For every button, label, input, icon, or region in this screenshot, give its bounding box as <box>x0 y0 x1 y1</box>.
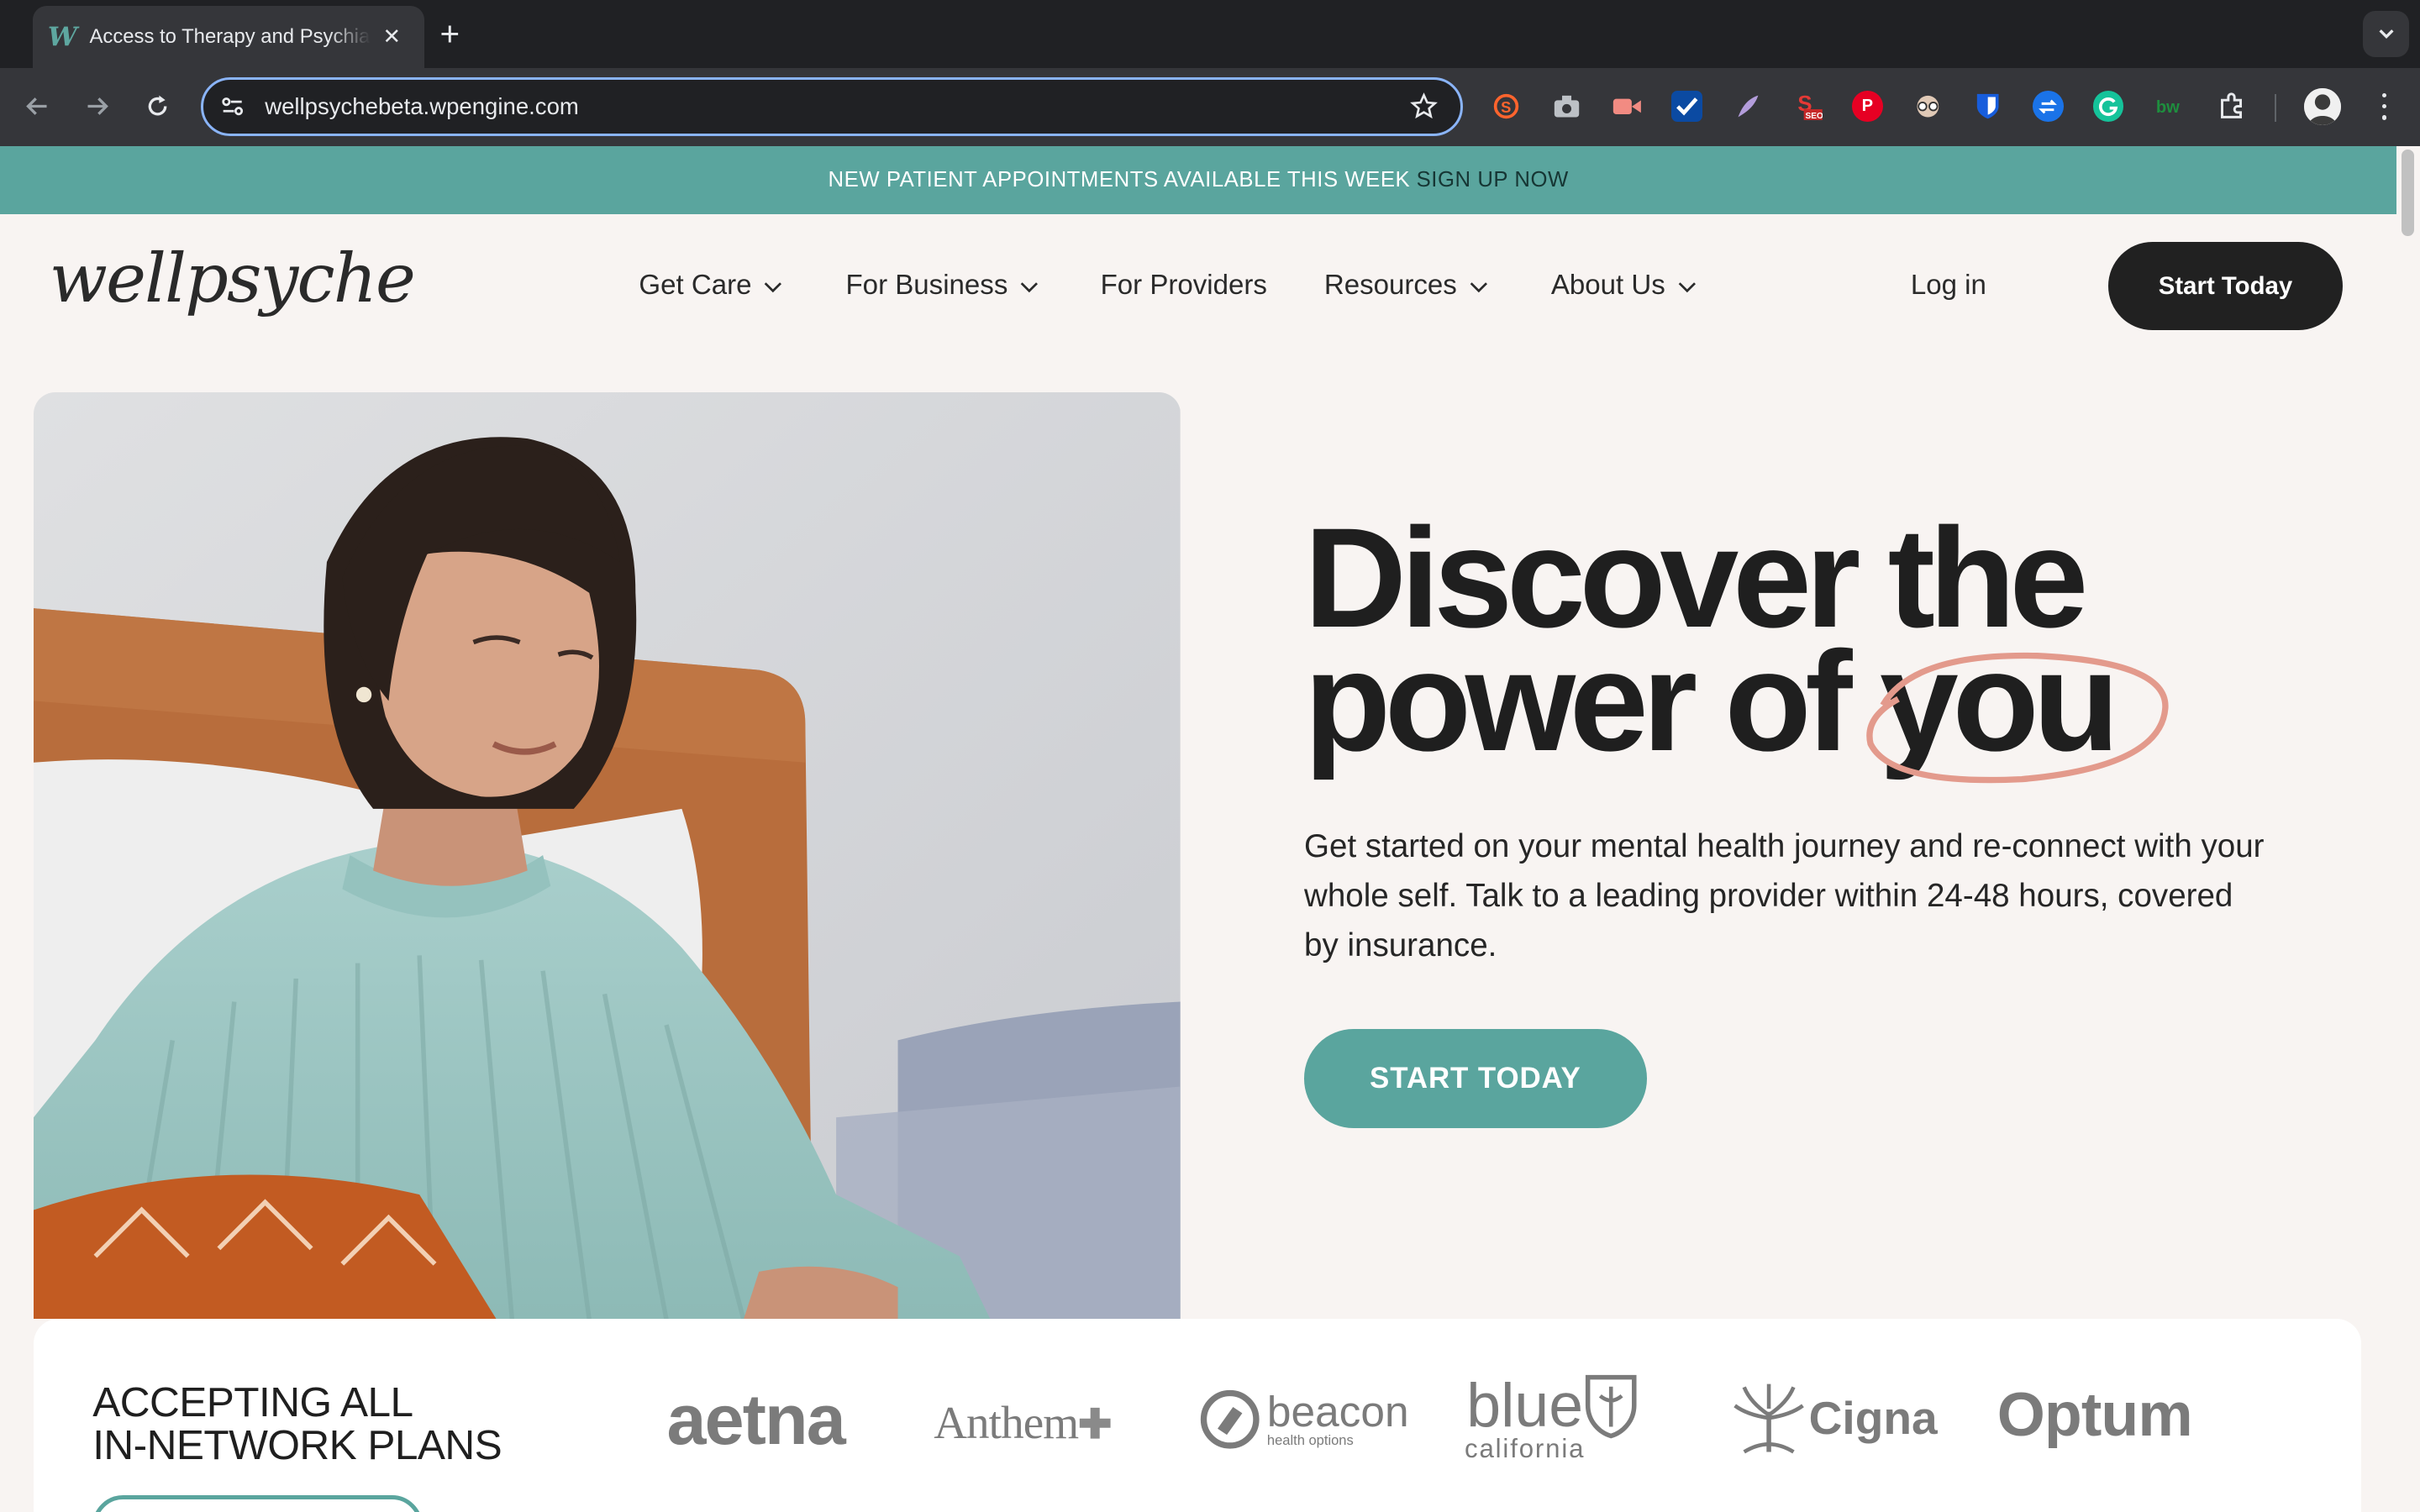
chevron-down-icon <box>1020 281 1039 292</box>
headline-line-2: power of you <box>1304 630 2169 784</box>
hero-headline: Discover the power of you <box>1304 507 2169 784</box>
plans-title: ACCEPTING ALL IN-NETWORK PLANS <box>92 1378 502 1469</box>
seo-icon[interactable]: S SEO <box>1791 91 1823 122</box>
nav-for-business[interactable]: For Business <box>846 270 1040 302</box>
headline-line-2-start: power of <box>1304 622 1853 781</box>
browser-tab[interactable]: W Access to Therapy and Psychiatry ✕ <box>32 6 425 68</box>
wellpsyche-logo[interactable]: wellpsyche <box>50 239 416 318</box>
nav-label: For Business <box>845 270 1008 302</box>
promo-banner: NEW PATIENT APPOINTMENTS AVAILABLE THIS … <box>0 146 2397 215</box>
cigna-logo: Cigna <box>1732 1381 1938 1455</box>
glasses-icon[interactable] <box>1912 91 1944 122</box>
site-settings-icon[interactable] <box>218 92 246 120</box>
promo-text: NEW PATIENT APPOINTMENTS AVAILABLE THIS … <box>828 168 1411 192</box>
highlight-ellipse-icon <box>1866 652 2169 784</box>
pinterest-icon[interactable]: P <box>1852 91 1883 123</box>
semrush-icon[interactable]: S <box>1491 91 1522 122</box>
blue-california-logo: blue california <box>1465 1370 1638 1463</box>
cigna-tree-icon <box>1733 1383 1804 1454</box>
bookmark-star-icon[interactable] <box>1408 91 1439 122</box>
chevron-down-icon <box>765 281 782 292</box>
plans-title-line-2: IN-NETWORK PLANS <box>92 1421 502 1469</box>
grammarly-icon[interactable] <box>2092 91 2124 123</box>
sign-up-link[interactable]: SIGN UP NOW <box>1417 168 1569 192</box>
profile-avatar[interactable] <box>2304 87 2342 125</box>
video-icon[interactable] <box>1612 91 1643 122</box>
tab-search-chevron-icon[interactable] <box>2362 10 2410 57</box>
cigna-text: Cigna <box>1808 1391 1938 1444</box>
beacon-mark-icon <box>1200 1389 1260 1449</box>
beacon-subtext: health options <box>1266 1432 1354 1449</box>
nav-label: Get Care <box>639 270 752 302</box>
anthem-cross-icon <box>1080 1407 1111 1439</box>
hero-subtext: Get started on your mental health journe… <box>1304 827 2265 963</box>
optum-logo: Optum <box>1996 1378 2193 1449</box>
chevron-down-icon <box>1470 281 1487 292</box>
address-bar[interactable]: wellpsychebeta.wpengine.com <box>200 76 1464 136</box>
check-icon[interactable] <box>1671 91 1702 123</box>
hero-photo <box>34 391 1181 1320</box>
close-icon[interactable]: ✕ <box>382 24 401 50</box>
start-today-header-button[interactable]: Start Today <box>2107 242 2344 331</box>
nav-label: Resources <box>1323 270 1457 302</box>
browser-menu-icon[interactable] <box>2369 90 2400 123</box>
nav-for-providers[interactable]: For Providers <box>1101 270 1267 302</box>
tag-icon[interactable]: bw <box>2154 91 2186 122</box>
bitwarden-icon[interactable] <box>1972 91 2003 122</box>
page-scrollbar[interactable] <box>2396 146 2420 1512</box>
svg-text:SEO: SEO <box>1806 112 1823 121</box>
beacon-text: beacon <box>1266 1386 1409 1436</box>
toolbar-divider <box>2275 94 2277 123</box>
start-today-hero-button[interactable]: START TODAY <box>1304 1029 1647 1128</box>
site-header: wellpsyche Get Care For Business For Pro… <box>0 214 2396 360</box>
camera-icon[interactable] <box>1551 91 1582 122</box>
forward-arrow-icon[interactable] <box>81 90 114 123</box>
headline-highlight: you <box>1866 630 2169 784</box>
new-tab-plus-icon[interactable]: + <box>439 14 460 55</box>
anthem-text: Anthem <box>934 1397 1079 1449</box>
shield-icon <box>1586 1375 1637 1439</box>
aetna-logo: aetna <box>666 1379 845 1459</box>
plans-outline-button[interactable] <box>92 1494 424 1512</box>
puzzle-icon[interactable] <box>2217 91 2248 122</box>
plans-title-line-1: ACCEPTING ALL <box>92 1378 413 1425</box>
beacon-logo: beacon health options <box>1199 1386 1409 1450</box>
nav-about-us[interactable]: About Us <box>1551 270 1697 302</box>
url-text[interactable]: wellpsychebeta.wpengine.com <box>265 93 1408 120</box>
feather-icon[interactable] <box>1732 91 1763 122</box>
chevron-down-icon <box>1678 281 1696 292</box>
nav-resources[interactable]: Resources <box>1324 270 1490 302</box>
tab-title: Access to Therapy and Psychiatry <box>89 25 371 49</box>
nav-label: For Providers <box>1100 270 1267 302</box>
reload-icon[interactable] <box>140 90 174 123</box>
browser-toolbar: wellpsychebeta.wpengine.com S S SEO P bw <box>0 67 2420 147</box>
wellpsyche-favicon-icon: W <box>47 21 77 52</box>
login-link[interactable]: Log in <box>1911 270 1986 302</box>
insurance-plans-card: ACCEPTING ALL IN-NETWORK PLANS aetna Ant… <box>34 1319 2362 1512</box>
california-text: california <box>1465 1433 1586 1463</box>
translate-icon[interactable] <box>2032 91 2064 123</box>
page: W Access to Therapy and Psychiatry ✕ + w… <box>0 0 2420 1512</box>
anthem-logo: Anthem <box>934 1396 1112 1449</box>
svg-text:bw: bw <box>2156 98 2180 117</box>
svg-text:S: S <box>1501 98 1511 116</box>
blue-text: blue <box>1466 1370 1584 1441</box>
nav-label: About Us <box>1550 270 1665 302</box>
browser-tabstrip: W Access to Therapy and Psychiatry ✕ + <box>0 0 2420 68</box>
scrollbar-thumb[interactable] <box>2401 150 2414 236</box>
nav-get-care[interactable]: Get Care <box>639 270 784 302</box>
back-arrow-icon[interactable] <box>20 90 54 123</box>
